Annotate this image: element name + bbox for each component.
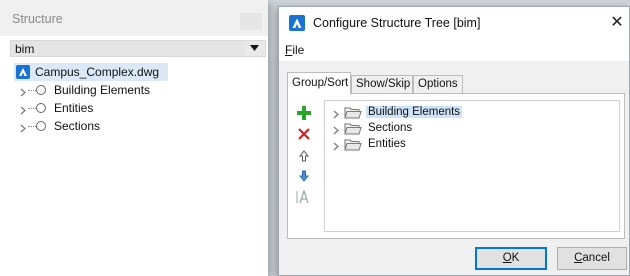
configure-structure-tree-dialog: Configure Structure Tree [bim] ✕ File Gr… bbox=[278, 6, 630, 276]
circle-icon bbox=[36, 121, 46, 131]
dialog-title: Configure Structure Tree [bim] bbox=[313, 16, 481, 30]
menu-file-text: ile bbox=[292, 43, 305, 57]
cancel-text: ancel bbox=[582, 252, 610, 264]
app-logo-icon bbox=[289, 15, 305, 31]
structure-panel-title: Structure bbox=[12, 12, 63, 26]
tree-root-label: Campus_Complex.dwg bbox=[35, 65, 160, 79]
config-tree-item-sections[interactable]: Sections bbox=[325, 121, 605, 137]
chevron-right-icon[interactable] bbox=[333, 108, 339, 122]
dropdown-arrow-icon[interactable] bbox=[245, 41, 265, 56]
structure-panel-header: Structure bbox=[0, 0, 268, 36]
config-tree-item-building-elements[interactable]: Building Elements bbox=[325, 105, 605, 121]
move-down-icon bbox=[299, 170, 309, 182]
tree-node-entities[interactable]: Entities bbox=[10, 100, 210, 117]
tree-connector bbox=[28, 90, 36, 91]
circle-icon bbox=[36, 103, 46, 113]
ok-text: K bbox=[511, 252, 520, 264]
chevron-right-icon[interactable] bbox=[20, 122, 26, 136]
config-tree-label: Building Elements bbox=[366, 106, 463, 118]
folder-icon bbox=[344, 106, 362, 122]
config-tree-label: Sections bbox=[368, 122, 413, 134]
move-down-button[interactable] bbox=[294, 170, 314, 188]
structure-tree-config[interactable]: Building Elements Sections Entities bbox=[324, 100, 620, 232]
folder-icon bbox=[344, 122, 362, 138]
circle-icon bbox=[36, 85, 46, 95]
text-format-icon bbox=[296, 190, 309, 204]
tree-root-item[interactable]: Campus_Complex.dwg bbox=[14, 63, 168, 81]
tab-group-sort[interactable]: Group/Sort bbox=[287, 72, 351, 95]
dialog-titlebar[interactable]: Configure Structure Tree [bim] ✕ bbox=[279, 7, 629, 39]
tree-node-label: Entities bbox=[54, 101, 94, 115]
tree-node-sections[interactable]: Sections bbox=[10, 118, 210, 135]
delete-button[interactable] bbox=[294, 128, 314, 146]
chevron-right-icon[interactable] bbox=[333, 140, 339, 154]
tree-connector bbox=[28, 126, 36, 127]
group-sort-panel: Building Elements Sections Entities bbox=[287, 93, 625, 239]
tree-node-building-elements[interactable]: Building Elements bbox=[10, 82, 210, 99]
move-up-button[interactable] bbox=[294, 150, 314, 168]
folder-icon bbox=[344, 138, 362, 154]
tab-strip: Group/Sort Show/Skip Options bbox=[287, 72, 627, 95]
structure-dropdown-value: bim bbox=[15, 42, 35, 56]
panel-options-button[interactable] bbox=[240, 13, 262, 30]
structure-dropdown[interactable]: bim bbox=[10, 40, 266, 57]
move-up-icon bbox=[299, 150, 309, 162]
close-button[interactable]: ✕ bbox=[607, 13, 627, 33]
chevron-right-icon[interactable] bbox=[333, 124, 339, 138]
ok-mnemonic: O bbox=[502, 252, 512, 264]
add-icon bbox=[297, 106, 311, 120]
tree-toolbar bbox=[290, 100, 320, 230]
tree-node-label: Building Elements bbox=[54, 83, 151, 97]
cancel-button[interactable]: Cancel bbox=[557, 247, 627, 270]
config-tree-label: Entities bbox=[368, 138, 406, 150]
chevron-right-icon[interactable] bbox=[20, 104, 26, 118]
chevron-right-icon[interactable] bbox=[20, 86, 26, 100]
text-format-button[interactable] bbox=[294, 190, 314, 208]
delete-icon bbox=[298, 128, 310, 140]
ok-button[interactable]: OK bbox=[475, 247, 547, 270]
structure-panel: Structure bim Campus_Complex.dwg Buildin… bbox=[0, 0, 268, 276]
add-button[interactable] bbox=[294, 106, 314, 124]
tab-options[interactable]: Options bbox=[413, 75, 463, 94]
tree-node-label: Sections bbox=[54, 119, 101, 133]
config-tree-item-entities[interactable]: Entities bbox=[325, 137, 605, 153]
tab-show-skip[interactable]: Show/Skip bbox=[351, 75, 413, 94]
menu-bar: File bbox=[279, 39, 629, 61]
tree-connector bbox=[28, 108, 36, 109]
app-logo-icon bbox=[16, 65, 30, 79]
menu-file[interactable]: File bbox=[285, 43, 304, 57]
